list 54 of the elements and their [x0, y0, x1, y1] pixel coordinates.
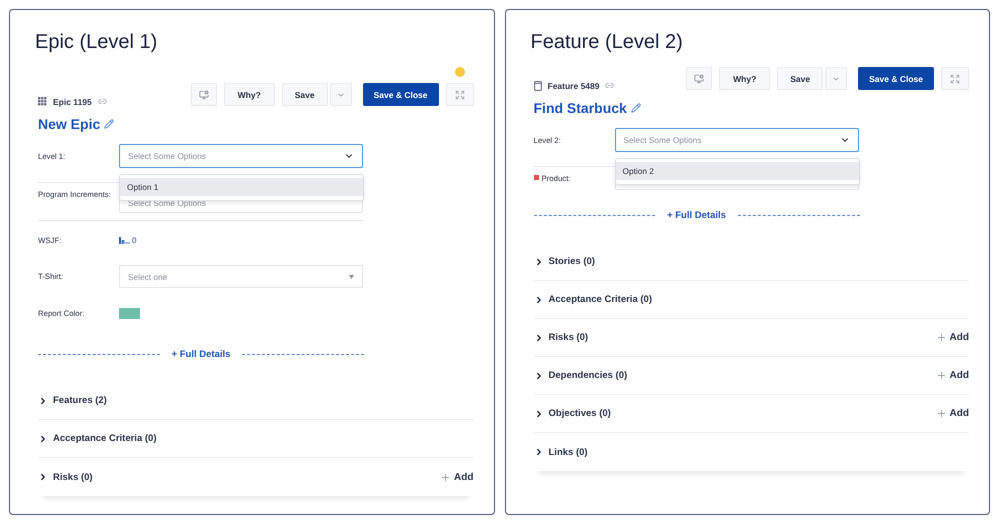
save-close-button[interactable]: Save & Close [362, 83, 438, 106]
document-icon [534, 80, 542, 90]
caret-icon [349, 274, 354, 278]
item-id: Feature 5489 [548, 80, 600, 90]
section-toggle[interactable]: Acceptance Criteria (0) [534, 294, 652, 305]
chevron-right-icon [38, 472, 48, 482]
section-toggle[interactable]: Features (2) [38, 395, 107, 406]
section-toggle[interactable]: Links (0) [534, 446, 588, 458]
dropdown-option[interactable]: Option 2 [616, 162, 858, 180]
panel-title: Feature (Level 2) [530, 30, 684, 54]
pencil-icon[interactable] [630, 103, 641, 113]
wsjf-score: 0 [119, 236, 136, 245]
bar-chart-icon [119, 236, 130, 244]
save-button[interactable]: Save [282, 83, 328, 106]
pencil-icon[interactable] [104, 119, 114, 129]
link-icon[interactable] [98, 97, 107, 106]
plus-icon [440, 472, 452, 482]
expand-button[interactable] [941, 67, 969, 90]
chevron-right-icon [38, 396, 48, 406]
item-name: New Epic [38, 116, 100, 132]
link-icon[interactable] [605, 81, 614, 90]
add-button[interactable]: Add [936, 370, 969, 381]
add-button[interactable]: Add [936, 332, 969, 343]
save-button[interactable]: Save [777, 67, 824, 90]
section-toggle[interactable]: Risks (0) [38, 472, 93, 482]
add-button[interactable]: Add [440, 472, 474, 482]
section-toggle[interactable]: Objectives (0) [534, 408, 611, 419]
window-settings-button[interactable] [686, 67, 712, 90]
section-toggle[interactable]: Acceptance Criteria (0) [38, 433, 156, 444]
why-button[interactable]: Why? [224, 83, 275, 106]
section-toggle[interactable]: Dependencies (0) [534, 370, 628, 381]
window-settings-icon [694, 74, 704, 84]
color-swatch[interactable] [119, 308, 140, 319]
expand-button[interactable] [446, 83, 474, 106]
section-toggle[interactable]: Stories (0) [534, 256, 595, 267]
item-name: Find Starbuck [534, 100, 627, 116]
why-button[interactable]: Why? [719, 67, 770, 90]
chevron-right-icon [38, 434, 48, 444]
dropdown-option[interactable]: Option 1 [120, 178, 363, 196]
plus-icon [936, 332, 947, 343]
expand-icon [454, 90, 464, 100]
save-close-button[interactable]: Save & Close [858, 67, 934, 90]
expand-icon [950, 74, 960, 84]
add-button[interactable]: Add [936, 408, 969, 419]
window-settings-button[interactable] [190, 83, 217, 106]
section-toggle[interactable]: Risks (0) [534, 332, 588, 343]
plus-icon [936, 408, 947, 419]
window-settings-icon [198, 90, 209, 100]
plus-icon [936, 370, 947, 381]
full-details-link[interactable]: + Full Details [667, 210, 726, 221]
panel-title: Epic (Level 1) [35, 30, 158, 54]
grid-icon [38, 97, 47, 106]
full-details-link[interactable]: + Full Details [172, 349, 230, 360]
item-id: Epic 1195 [53, 96, 92, 106]
